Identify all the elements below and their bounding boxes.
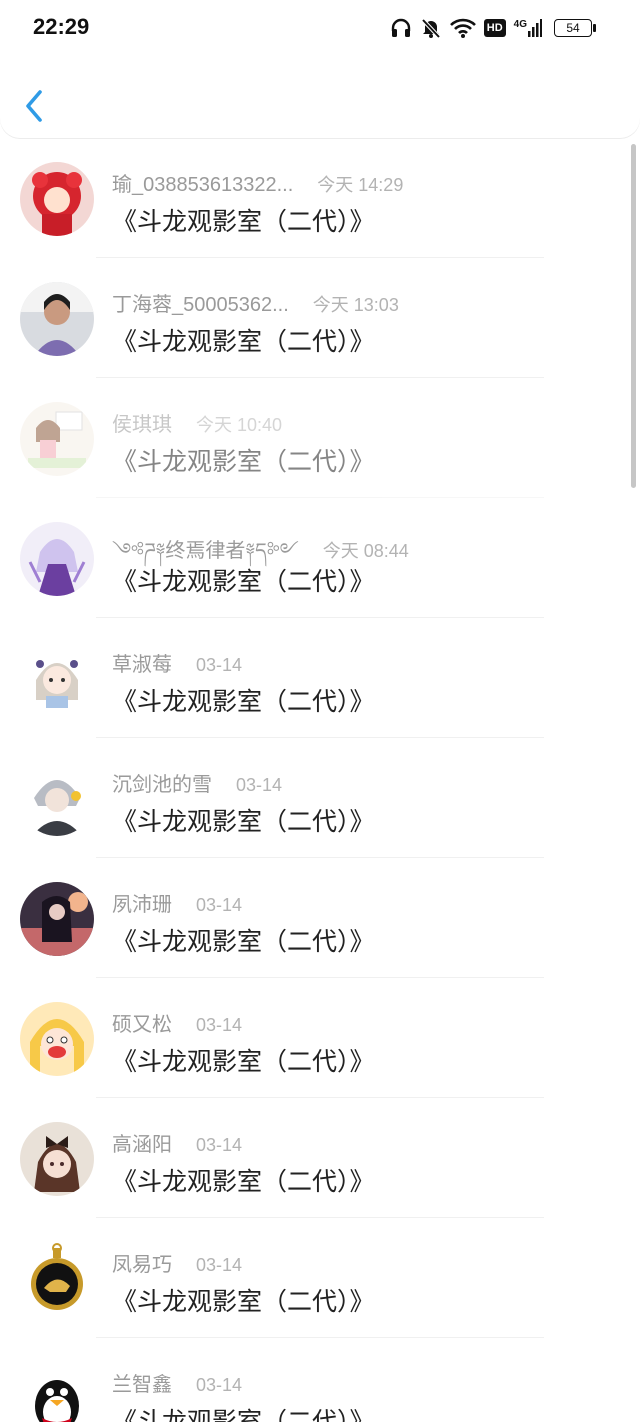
sender-name: 侯琪琪 — [112, 414, 172, 436]
message-text: 《斗龙观影室（二代）》 — [112, 688, 375, 716]
sender-name: 兰智鑫 — [112, 1374, 172, 1396]
chibi-girl-avatar[interactable] — [20, 642, 94, 716]
message-text: 《斗龙观影室（二代）》 — [112, 568, 375, 596]
bell-muted-icon — [421, 18, 441, 39]
message-row[interactable]: ༺ཌ༈终焉律者༈ད༻ 今天 08:44 《斗龙观影室（二代）》 — [0, 498, 640, 618]
hd-badge: HD — [483, 19, 506, 37]
wifi-icon — [449, 18, 476, 38]
battery-level: 54 — [566, 21, 580, 35]
message-meta: 硕又松 03-14 — [112, 1008, 242, 1037]
message-list[interactable]: 瑜_038853613322... 今天 14:29 《斗龙观影室（二代）》 丁海蓉_… — [0, 138, 640, 1422]
sender-name: 夙沛珊 — [112, 894, 172, 916]
back-button[interactable] — [22, 86, 50, 126]
message-time: 今天 13:03 — [312, 295, 399, 315]
message-time: 03-14 — [196, 895, 243, 915]
message-row[interactable]: 瑜_038853613322... 今天 14:29 《斗龙观影室（二代）》 — [0, 138, 640, 258]
message-time: 03-14 — [196, 1135, 243, 1155]
message-row[interactable]: 丁海蓉_50005362... 今天 13:03 《斗龙观影室（二代）》 — [0, 258, 640, 378]
woman-photo-avatar[interactable] — [20, 282, 94, 356]
message-text: 《斗龙观影室（二代）》 — [112, 808, 375, 836]
top-nav-bar — [0, 56, 640, 138]
message-time: 今天 08:44 — [322, 541, 409, 561]
dark-anime-avatar[interactable] — [20, 882, 94, 956]
message-text: 《斗龙观影室（二代）》 — [112, 1048, 375, 1076]
message-row[interactable]: 凤易巧 03-14 《斗龙观影室（二代）》 — [0, 1218, 640, 1338]
message-meta: 夙沛珊 03-14 — [112, 888, 242, 917]
message-row[interactable]: 沉剑池的雪 03-14 《斗龙观影室（二代）》 — [0, 738, 640, 858]
status-icons: HD 4G 54 — [390, 14, 596, 42]
message-meta: 瑜_038853613322... 今天 14:29 — [112, 168, 403, 197]
message-row[interactable]: 草淑莓 03-14 《斗龙观影室（二代）》 — [0, 618, 640, 738]
bow-girl-avatar[interactable] — [20, 1122, 94, 1196]
sender-name: 沉剑池的雪 — [112, 774, 212, 796]
message-time: 03-14 — [196, 1255, 243, 1275]
sender-name: 瑜_038853613322... — [112, 174, 294, 196]
message-meta: 兰智鑫 03-14 — [112, 1368, 242, 1397]
sender-name: 丁海蓉_50005362... — [112, 294, 289, 316]
tiger-pendant-avatar[interactable] — [20, 1242, 94, 1316]
message-text: 《斗龙观影室（二代）》 — [112, 1408, 375, 1422]
message-meta: 侯琪琪 今天 10:40 — [112, 408, 282, 437]
message-meta: 沉剑池的雪 03-14 — [112, 768, 282, 797]
message-time: 03-14 — [196, 655, 243, 675]
message-meta: 高涵阳 03-14 — [112, 1128, 242, 1157]
sender-name: 凤易巧 — [112, 1254, 172, 1276]
message-row[interactable]: 侯琪琪 今天 10:40 《斗龙观影室（二代）》 — [0, 378, 640, 498]
blonde-cartoon-avatar[interactable] — [20, 1002, 94, 1076]
signal-bars-icon — [528, 19, 542, 37]
message-text: 《斗龙观影室（二代）》 — [112, 928, 375, 956]
message-time: 03-14 — [196, 1375, 243, 1395]
message-row[interactable]: 高涵阳 03-14 《斗龙观影室（二代）》 — [0, 1098, 640, 1218]
battery-indicator: 54 — [554, 19, 596, 37]
message-text: 《斗龙观影室（二代）》 — [112, 328, 375, 356]
message-time: 03-14 — [236, 775, 283, 795]
message-meta: 丁海蓉_50005362... 今天 13:03 — [112, 288, 399, 317]
message-text: 《斗龙观影室（二代）》 — [112, 1288, 375, 1316]
message-text: 《斗龙观影室（二代）》 — [112, 208, 375, 236]
message-meta: 凤易巧 03-14 — [112, 1248, 242, 1277]
message-row[interactable]: 硕又松 03-14 《斗龙观影室（二代）》 — [0, 978, 640, 1098]
cartoon-girl-avatar[interactable] — [20, 402, 94, 476]
signal-indicator: 4G — [514, 19, 542, 37]
message-time: 今天 14:29 — [317, 175, 404, 195]
message-row[interactable]: 夙沛珊 03-14 《斗龙观影室（二代）》 — [0, 858, 640, 978]
scrollbar[interactable] — [631, 144, 636, 488]
purple-anime-avatar[interactable] — [20, 522, 94, 596]
headphones-icon — [391, 18, 410, 37]
message-meta: 草淑莓 03-14 — [112, 648, 242, 677]
message-time: 今天 10:40 — [196, 415, 283, 435]
network-type-label: 4G — [513, 19, 527, 30]
status-bar: 22:29 HD 4G 54 — [0, 0, 640, 56]
chevron-left-icon — [26, 90, 42, 122]
sender-name: 草淑莓 — [112, 654, 172, 676]
sender-name: 硕又松 — [112, 1014, 172, 1036]
message-time: 03-14 — [196, 1015, 243, 1035]
sender-name: 高涵阳 — [112, 1134, 172, 1156]
penguin-avatar[interactable] — [20, 1362, 94, 1422]
red-costume-girl-avatar[interactable] — [20, 162, 94, 236]
status-time: 22:29 — [33, 14, 90, 39]
message-text: 《斗龙观影室（二代）》 — [112, 448, 375, 476]
silver-hair-boy-avatar[interactable] — [20, 762, 94, 836]
message-text: 《斗龙观影室（二代）》 — [112, 1168, 375, 1196]
message-row[interactable]: 兰智鑫 03-14 《斗龙观影室（二代）》 — [0, 1338, 640, 1422]
